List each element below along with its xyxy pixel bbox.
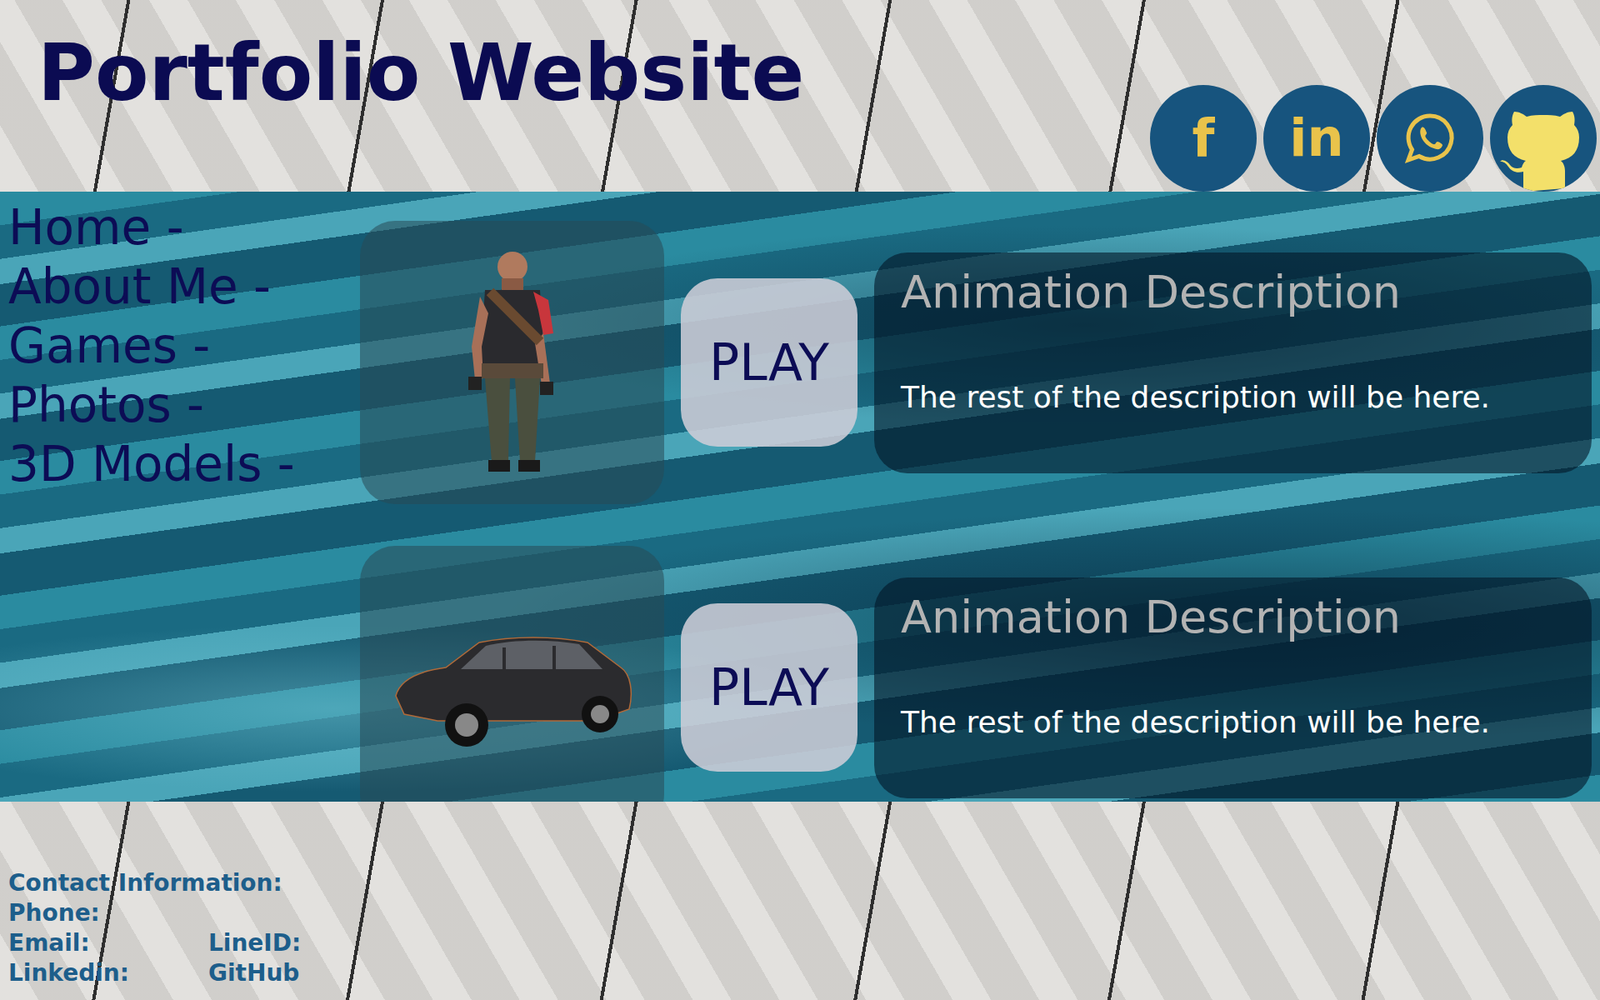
contact-field: Linkedin: [8, 958, 209, 989]
footer: Contact Information:Phone:Email:LineID:L… [0, 801, 1600, 1000]
nav-link[interactable]: Photos - [8, 375, 360, 435]
logo-text: in [1289, 112, 1344, 165]
description-card: Animation Description The rest of the des… [874, 577, 1592, 799]
description-card: Animation Description The rest of the des… [874, 252, 1592, 474]
whatsapp-icon[interactable] [1376, 85, 1484, 192]
car-preview [360, 545, 665, 802]
nav-link[interactable]: Games - [8, 316, 360, 376]
header: Portfolio Website f in [0, 0, 1600, 192]
nav-link[interactable]: Home - [8, 198, 360, 258]
site-title: Portfolio Website [0, 0, 805, 192]
character-preview [360, 220, 665, 505]
linkedin-icon[interactable]: in [1263, 85, 1370, 192]
play-button[interactable]: PLAY [680, 278, 858, 447]
nav-menu: Home -About Me -Games -Photos -3D Models… [0, 191, 360, 802]
description-heading: Animation Description [900, 590, 1567, 645]
main-content: Home -About Me -Games -Photos -3D Models… [0, 191, 1600, 802]
contact-field: Phone: [8, 898, 209, 929]
contact-field: LineID: [208, 928, 1600, 959]
animation-row: PLAY Animation Description The rest of the… [360, 220, 1592, 505]
contact-heading: Contact Information: [8, 868, 1600, 899]
description-body: The rest of the description will be here… [900, 377, 1567, 418]
animation-list: PLAY Animation Description The rest of the… [360, 191, 1600, 802]
social-links: f in [1150, 0, 1600, 192]
contact-field: Email: [8, 928, 209, 959]
logo-text: f [1192, 112, 1215, 165]
nav-link[interactable]: About Me - [8, 257, 360, 317]
nav-link[interactable]: 3D Models - [8, 435, 360, 495]
animation-row: PLAY Animation Description The rest of the… [360, 545, 1592, 802]
facebook-icon[interactable]: f [1150, 85, 1257, 192]
contact-field: GitHub [208, 958, 1600, 989]
github-icon[interactable] [1490, 85, 1597, 192]
description-body: The rest of the description will be here… [900, 702, 1567, 743]
play-button[interactable]: PLAY [680, 603, 858, 772]
contact-field [208, 898, 1600, 929]
contact-info: Contact Information:Phone:Email:LineID:L… [8, 868, 1600, 989]
description-heading: Animation Description [900, 265, 1567, 320]
